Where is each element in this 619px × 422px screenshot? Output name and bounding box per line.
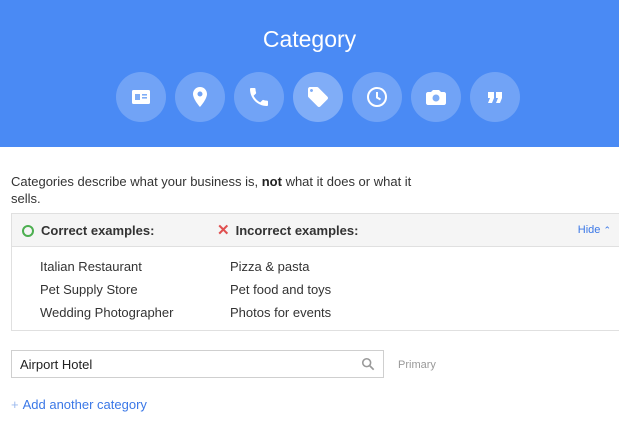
- hide-examples-link[interactable]: Hide ⌃: [578, 224, 611, 236]
- header-banner: Category: [0, 0, 619, 147]
- camera-icon: [426, 90, 446, 105]
- correct-examples-list: Italian Restaurant Pet Supply Store Wedd…: [40, 258, 173, 327]
- add-category-link[interactable]: + Add another category: [11, 397, 147, 412]
- step-navigation: [116, 72, 520, 122]
- step-category[interactable]: [293, 72, 343, 122]
- correct-examples-label: Correct examples:: [41, 223, 155, 238]
- category-search-field: [11, 350, 384, 378]
- check-circle-icon: [22, 224, 34, 237]
- quote-icon: [488, 92, 502, 103]
- plus-icon: +: [11, 397, 19, 412]
- cross-icon: ✕: [217, 221, 230, 239]
- primary-label: Primary: [398, 359, 436, 371]
- clock-icon: [367, 87, 387, 107]
- list-item: Italian Restaurant: [40, 259, 142, 274]
- incorrect-examples-label: Incorrect examples:: [235, 223, 359, 238]
- add-category-label: Add another category: [22, 397, 147, 412]
- list-item: Pizza & pasta: [230, 259, 310, 274]
- incorrect-examples-heading: ✕ Incorrect examples:: [217, 221, 359, 239]
- location-pin-icon: [193, 87, 207, 107]
- examples-panel: Correct examples: ✕ Incorrect examples: …: [11, 213, 619, 331]
- page-title: Category: [262, 26, 357, 52]
- step-contact[interactable]: [116, 72, 166, 122]
- intro-text: Categories describe what your business i…: [11, 174, 262, 189]
- hide-label: Hide: [577, 224, 601, 236]
- step-phone[interactable]: [234, 72, 284, 122]
- list-item: Photos for events: [230, 305, 332, 320]
- list-item: Pet Supply Store: [40, 282, 138, 297]
- step-location[interactable]: [175, 72, 225, 122]
- tag-icon: [308, 87, 328, 107]
- category-description: Categories describe what your business i…: [11, 173, 441, 207]
- contact-card-icon: [132, 90, 150, 104]
- step-reviews[interactable]: [470, 72, 520, 122]
- step-hours[interactable]: [352, 72, 402, 122]
- examples-header: Correct examples: ✕ Incorrect examples: …: [12, 214, 619, 247]
- step-photos[interactable]: [411, 72, 461, 122]
- list-item: Wedding Photographer: [40, 305, 174, 320]
- intro-emphasis: not: [261, 174, 282, 189]
- phone-icon: [250, 88, 268, 106]
- category-input[interactable]: [12, 351, 342, 377]
- chevron-up-icon: ⌃: [603, 225, 611, 235]
- correct-examples-heading: Correct examples:: [22, 223, 154, 238]
- list-item: Pet food and toys: [230, 282, 332, 297]
- incorrect-examples-list: Pizza & pasta Pet food and toys Photos f…: [230, 258, 331, 327]
- search-icon[interactable]: [361, 357, 375, 371]
